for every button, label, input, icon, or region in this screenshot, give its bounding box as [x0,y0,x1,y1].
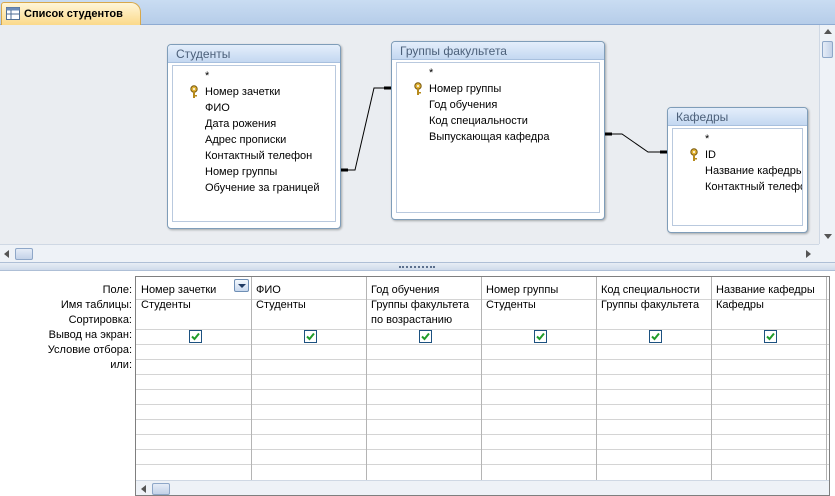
scroll-down-icon[interactable] [824,234,832,239]
scrollbar-corner [819,244,835,262]
table-cell[interactable]: Группы факультета [366,298,481,313]
field-cell[interactable]: Код специальности [596,283,711,298]
query-designer-window: Список студентов Студенты * Номер зачетк… [0,0,835,496]
show-checkbox[interactable] [419,330,432,343]
field-item[interactable]: Обучение за границей [173,180,335,196]
field-cell[interactable]: ФИО [251,283,366,298]
table-cell[interactable]: Студенты [481,298,596,313]
table-title[interactable]: Студенты [168,45,340,63]
row-label-show: Вывод на экран: [48,329,132,341]
table-cell[interactable]: Кафедры [711,298,826,313]
chevron-down-icon [238,284,246,288]
field-item[interactable]: Выпускающая кафедра [397,129,599,145]
scroll-thumb[interactable] [822,41,833,58]
field-list: * ID Название кафедры Контактный телефон [672,128,803,226]
tab-label: Список студентов [24,8,123,20]
table-title[interactable]: Кафедры [668,108,807,126]
field-item[interactable]: ФИО [173,100,335,116]
show-checkbox[interactable] [189,330,202,343]
field-star[interactable]: * [397,65,599,81]
grid-horizontal-scrollbar[interactable] [136,480,829,495]
query-icon [6,7,20,20]
scroll-right-icon[interactable] [806,250,811,258]
field-item[interactable]: Название кафедры [673,163,802,179]
table-students[interactable]: Студенты * Номер зачетки ФИО Дата рожени… [167,44,341,229]
primary-key-icon [189,85,199,99]
show-checkbox[interactable] [534,330,547,343]
scroll-up-icon[interactable] [824,29,832,34]
show-checkbox[interactable] [304,330,317,343]
query-design-grid[interactable]: Номер зачетки Студенты ФИО Студенты Год … [135,276,830,496]
primary-key-icon [689,148,699,162]
table-departments[interactable]: Кафедры * ID Название кафедры Контактный… [667,107,808,233]
field-list: * Номер зачетки ФИО Дата рожения Адрес п… [172,65,336,222]
field-item[interactable]: Номер группы [397,81,599,97]
sort-cell[interactable]: по возрастанию [366,313,481,328]
table-faculty-groups[interactable]: Группы факультета * Номер группы Год обу… [391,41,605,220]
field-item[interactable]: ID [673,147,802,163]
show-checkbox[interactable] [649,330,662,343]
row-label-sort: Сортировка: [68,314,132,326]
scroll-thumb[interactable] [152,483,170,495]
scroll-thumb[interactable] [15,248,33,260]
field-star[interactable]: * [173,68,335,84]
field-cell[interactable]: Название кафедры [711,283,826,298]
table-cell[interactable]: Студенты [251,298,366,313]
diagram-horizontal-scrollbar[interactable] [0,244,819,262]
document-tab-bar: Список студентов [0,0,835,25]
show-checkbox[interactable] [764,330,777,343]
row-label-table: Имя таблицы: [60,299,132,311]
table-cell[interactable]: Группы факультета [596,298,711,313]
tab-query[interactable]: Список студентов [1,2,141,25]
field-item[interactable]: Дата рожения [173,116,335,132]
diagram-vertical-scrollbar[interactable] [819,25,835,244]
table-cell[interactable]: Студенты [136,298,251,313]
field-cell[interactable]: Номер зачетки [136,283,232,298]
field-item[interactable]: Год обучения [397,97,599,113]
row-label-criteria: Условие отбора: [47,344,132,356]
field-star[interactable]: * [673,131,802,147]
field-item[interactable]: Контактный телефон [173,148,335,164]
field-list: * Номер группы Год обучения Код специаль… [396,62,600,213]
field-item[interactable]: Код специальности [397,113,599,129]
scroll-left-icon[interactable] [141,485,146,493]
field-item[interactable]: Номер зачетки [173,84,335,100]
splitter-grip-icon[interactable] [399,266,435,268]
row-label-or: или: [110,359,132,371]
pane-splitter[interactable] [0,262,835,271]
field-item[interactable]: Адрес прописки [173,132,335,148]
primary-key-icon [413,82,423,96]
field-item[interactable]: Контактный телефон [673,179,802,195]
field-item[interactable]: Номер группы [173,164,335,180]
scroll-left-icon[interactable] [4,250,9,258]
field-cell[interactable]: Год обучения [366,283,481,298]
row-label-field: Поле: [102,284,132,296]
table-title[interactable]: Группы факультета [392,42,604,60]
field-cell[interactable]: Номер группы [481,283,596,298]
field-dropdown-button[interactable] [234,279,249,292]
